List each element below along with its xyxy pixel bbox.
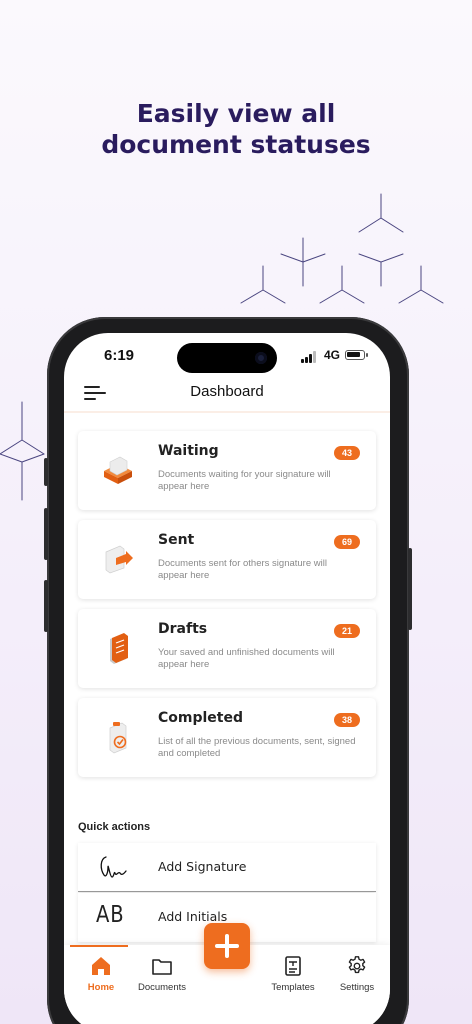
page-title: Dashboard bbox=[190, 383, 264, 400]
status-card-waiting[interactable]: Waiting 43 Documents waiting for your si… bbox=[78, 431, 376, 510]
network-label: 4G bbox=[324, 348, 341, 362]
quick-action-label: Add Initials bbox=[158, 909, 228, 924]
signal-icon bbox=[301, 351, 317, 363]
quick-action-label: Add Signature bbox=[158, 859, 247, 874]
card-title: Drafts bbox=[158, 621, 208, 637]
status-bar: 6:19 4G bbox=[64, 333, 390, 379]
tab-label: Settings bbox=[339, 982, 375, 993]
count-badge: 38 bbox=[334, 713, 360, 727]
volume-down-button bbox=[44, 580, 48, 632]
tab-label: Documents bbox=[137, 982, 187, 993]
count-badge: 21 bbox=[334, 624, 360, 638]
folder-icon bbox=[152, 959, 172, 975]
app-header: Dashboard bbox=[64, 379, 390, 413]
create-new-button[interactable] bbox=[204, 923, 250, 969]
tab-documents[interactable]: Documents bbox=[131, 945, 193, 1005]
tab-home[interactable]: Home bbox=[70, 945, 132, 1005]
count-badge: 43 bbox=[334, 446, 360, 460]
status-time: 6:19 bbox=[104, 347, 135, 364]
card-description: Your saved and unfinished documents will… bbox=[158, 647, 335, 670]
send-document-icon bbox=[105, 545, 133, 574]
tab-settings[interactable]: Settings bbox=[326, 945, 388, 1005]
count-badge: 69 bbox=[334, 535, 360, 549]
status-card-drafts[interactable]: Drafts 21 Your saved and unfinished docu… bbox=[78, 609, 376, 688]
card-description: Documents waiting for your signature wil… bbox=[158, 469, 331, 492]
draft-stack-icon bbox=[110, 633, 128, 664]
card-description: List of all the previous documents, sent… bbox=[158, 736, 356, 759]
add-signature-button[interactable]: Add Signature bbox=[78, 843, 376, 892]
power-button bbox=[408, 548, 412, 630]
quick-actions-title: Quick actions bbox=[78, 821, 151, 833]
status-card-sent[interactable]: Sent 69 Documents sent for others signat… bbox=[78, 520, 376, 599]
template-icon bbox=[285, 956, 301, 976]
home-icon bbox=[92, 957, 110, 975]
gear-icon bbox=[348, 956, 366, 974]
card-title: Sent bbox=[158, 532, 195, 548]
status-card-completed[interactable]: Completed 38 List of all the previous do… bbox=[78, 698, 376, 777]
tab-templates[interactable]: Templates bbox=[262, 945, 324, 1005]
inbox-tray-icon bbox=[104, 456, 132, 484]
card-title: Waiting bbox=[158, 443, 219, 459]
mute-switch bbox=[44, 458, 48, 486]
dynamic-island bbox=[177, 343, 277, 373]
card-title: Completed bbox=[158, 710, 244, 726]
battery-icon bbox=[345, 350, 368, 360]
completed-document-icon bbox=[109, 722, 127, 754]
camera-icon bbox=[255, 352, 267, 364]
signature-icon bbox=[100, 856, 127, 878]
initials-icon: AB bbox=[96, 902, 125, 928]
volume-up-button bbox=[44, 508, 48, 560]
card-description: Documents sent for others signature will… bbox=[158, 558, 327, 581]
phone-screen: 6:19 4G Dashboard Waiting 43 Documents w… bbox=[64, 333, 390, 1024]
